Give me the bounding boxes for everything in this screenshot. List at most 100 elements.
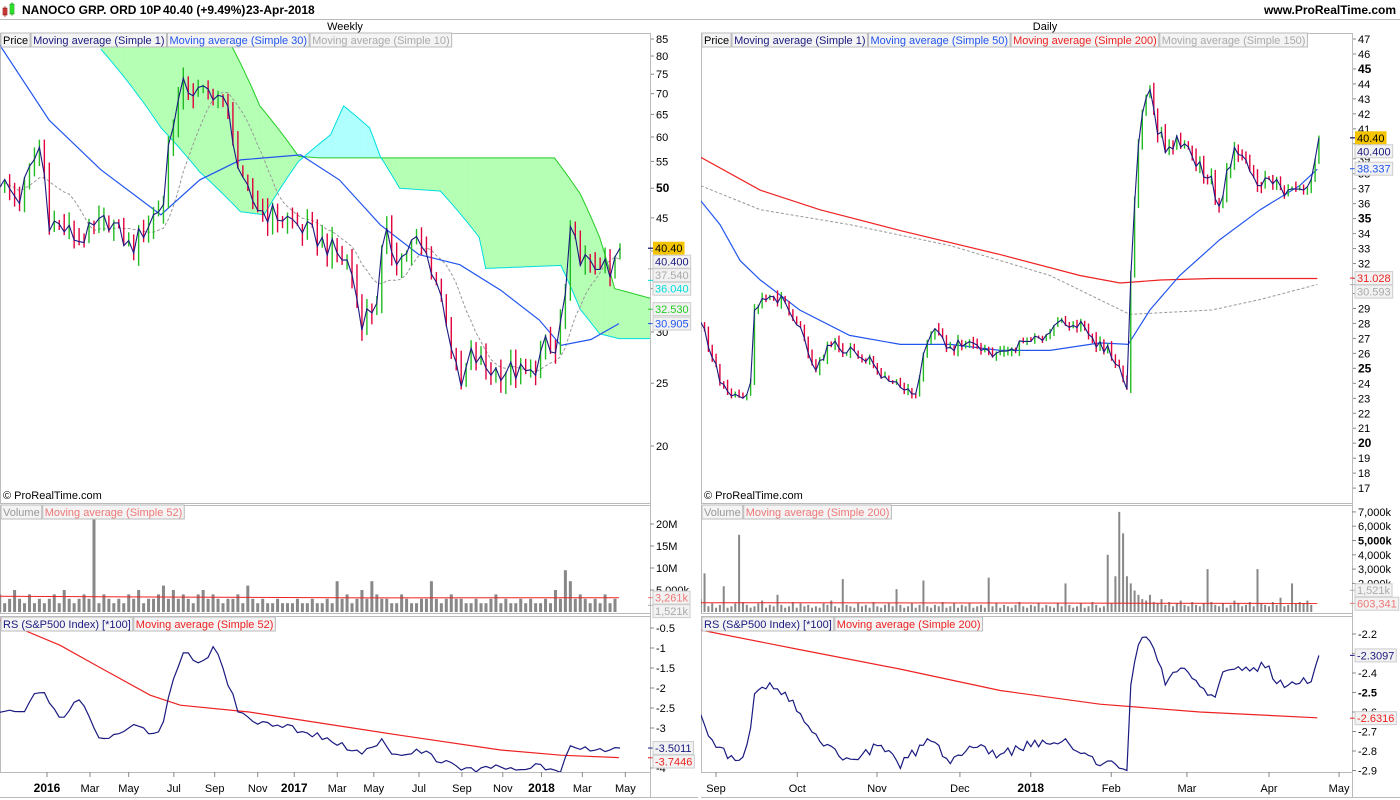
volume-bar	[753, 606, 756, 612]
volume-bar	[1172, 606, 1175, 612]
volume-bar	[1049, 606, 1052, 612]
volume-bar	[1026, 607, 1029, 612]
prorealtime-chart-window[interactable]: NANOCO GRP. ORD 10P 40.40 (+9.49%) 23-Ap…	[0, 0, 1400, 800]
volume-bar	[1056, 603, 1059, 612]
volume-bar	[814, 606, 817, 612]
volume-bar	[1244, 604, 1247, 612]
volume-bar	[424, 598, 428, 612]
price-axis-label: 44	[1358, 79, 1370, 91]
volume-bar	[1060, 606, 1063, 612]
price-axis-label: 80	[656, 51, 668, 63]
price-axis-label: 26	[1358, 348, 1370, 360]
volume-bar	[52, 594, 56, 612]
weekly-price-legend-item: Moving average (Simple 10)	[312, 35, 450, 47]
price-axis-label: 70	[656, 89, 668, 101]
weekly-timeframe-label: Weekly	[327, 21, 363, 33]
volume-bar	[926, 606, 929, 612]
volume-bar	[1229, 604, 1232, 612]
volume-bar	[1110, 603, 1113, 612]
volume-bar	[903, 607, 906, 612]
price-axis-label: 43	[1358, 94, 1370, 106]
site-link[interactable]: www.ProRealTime.com	[1263, 3, 1396, 17]
volume-bar	[707, 606, 710, 612]
weekly-chart[interactable]: Price Moving average (Simple 1) Moving ave…	[0, 8, 698, 798]
daily-volume-legend-item: Volume	[704, 507, 741, 519]
volume-bar	[365, 598, 369, 612]
price-axis-label: 55	[656, 156, 668, 168]
volume-bar	[3, 603, 7, 612]
daily-price-legend-item: Price	[704, 35, 729, 47]
volume-bar	[459, 598, 463, 612]
volume-bar	[276, 598, 280, 612]
volume-bar	[1114, 576, 1117, 612]
weekly-rs-legend-item: Moving average (Simple 52)	[136, 619, 274, 631]
volume-bar	[613, 598, 617, 612]
volume-bar	[1033, 606, 1036, 612]
volume-bar	[1294, 603, 1297, 612]
volume-bar	[201, 590, 205, 612]
volume-bar	[937, 606, 940, 612]
volume-bar	[549, 603, 553, 612]
volume-bar	[1064, 583, 1067, 612]
volume-bar	[206, 598, 210, 612]
volume-bar	[780, 604, 783, 612]
daily-volume-legend-item: Moving average (Simple 200)	[746, 507, 890, 519]
volume-bar	[484, 603, 488, 612]
volume-bar	[718, 604, 721, 612]
volume-bar	[1268, 606, 1271, 612]
volume-bar	[837, 607, 840, 612]
daily-rs-legend-item: RS (S&P500 Index) [*100]	[704, 619, 832, 631]
volume-axis-label: 7,000k	[1358, 507, 1392, 519]
price-axis-label: 65	[656, 109, 668, 121]
volume-bar	[325, 598, 329, 612]
daily-chart[interactable]: Price Moving average (Simple 1) Moving ave…	[700, 32, 1400, 798]
time-axis-label: Nov	[867, 783, 887, 795]
volume-bar	[1183, 604, 1186, 612]
price-axis-label: 35	[1358, 212, 1372, 226]
volume-axis-label: 20M	[656, 519, 677, 531]
volume-bar	[930, 607, 933, 612]
price-axis-label: 21	[1358, 423, 1370, 435]
price-axis-label: 20	[1358, 436, 1372, 450]
volume-bar	[1260, 603, 1263, 612]
volume-bar	[1045, 604, 1048, 612]
volume-bar	[534, 603, 538, 612]
volume-bar	[226, 598, 230, 612]
volume-bar	[1291, 583, 1294, 612]
volume-bar	[822, 603, 825, 612]
volume-bar	[271, 603, 275, 612]
volume-bar	[27, 594, 31, 612]
volume-bar	[87, 598, 91, 612]
volume-bar	[891, 606, 894, 612]
price-axis-label: 37	[1358, 184, 1370, 196]
volume-bar	[256, 603, 260, 612]
volume-bar	[1283, 606, 1286, 612]
volume-bar	[92, 519, 96, 612]
time-axis-label: Jul	[167, 783, 181, 795]
volume-bar	[910, 603, 913, 612]
volume-bar	[410, 603, 414, 612]
volume-bar	[745, 604, 748, 612]
volume-bar	[949, 606, 952, 612]
volume-bar	[137, 590, 141, 612]
weekly-price-legend-item: Moving average (Simple 30)	[170, 35, 308, 47]
volume-bar	[122, 603, 126, 612]
time-axis-label: May	[363, 783, 384, 795]
volume-bar	[295, 598, 299, 612]
rs-axis-label: -2	[656, 683, 666, 695]
volume-bar	[330, 603, 334, 612]
price-axis-label: 19	[1358, 453, 1370, 465]
volume-bar	[161, 585, 165, 612]
volume-bar	[1133, 590, 1136, 612]
app-logo-icon	[2, 2, 15, 17]
volume-bar	[1129, 583, 1132, 612]
panel-frame	[0, 616, 651, 773]
volume-bar	[266, 603, 270, 612]
price-axis-label: 75	[656, 69, 668, 81]
volume-bar	[1206, 569, 1209, 612]
volume-bar	[415, 603, 419, 612]
volume-bar	[454, 598, 458, 612]
volume-bar	[995, 603, 998, 612]
volume-bar	[849, 606, 852, 612]
volume-bar	[1006, 606, 1009, 612]
